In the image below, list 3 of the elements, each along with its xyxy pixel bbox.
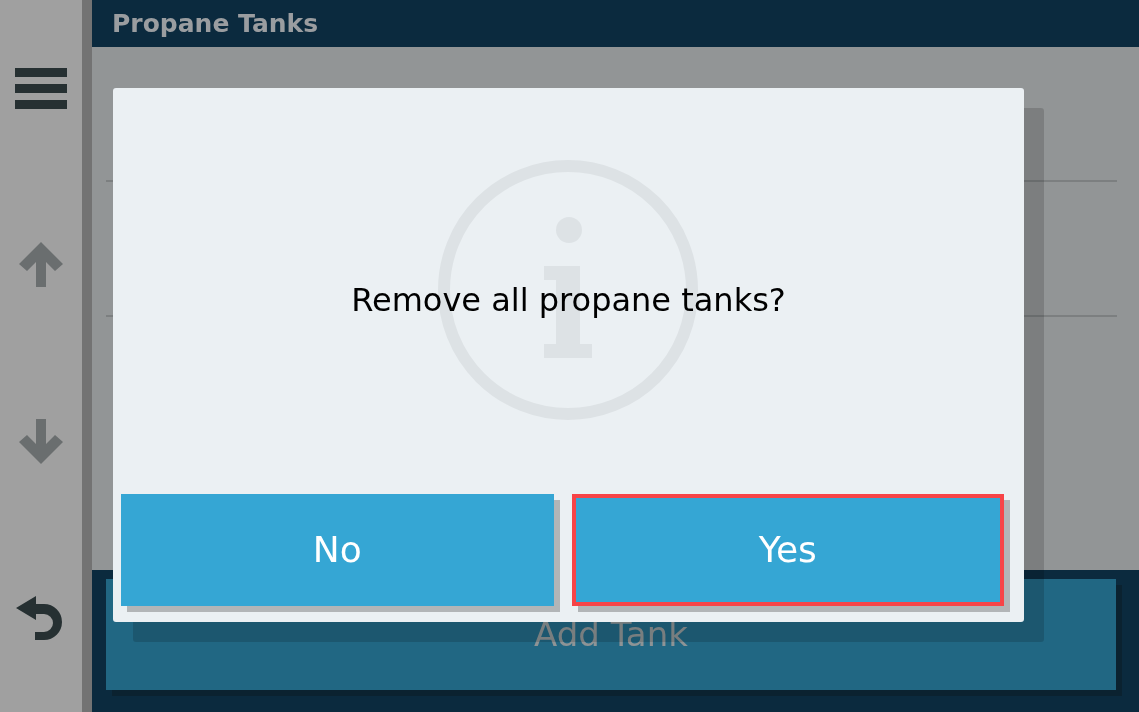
menu-icon[interactable] (15, 68, 67, 110)
dialog-message: Remove all propane tanks? (351, 280, 786, 321)
page-title: Propane Tanks (112, 7, 319, 40)
